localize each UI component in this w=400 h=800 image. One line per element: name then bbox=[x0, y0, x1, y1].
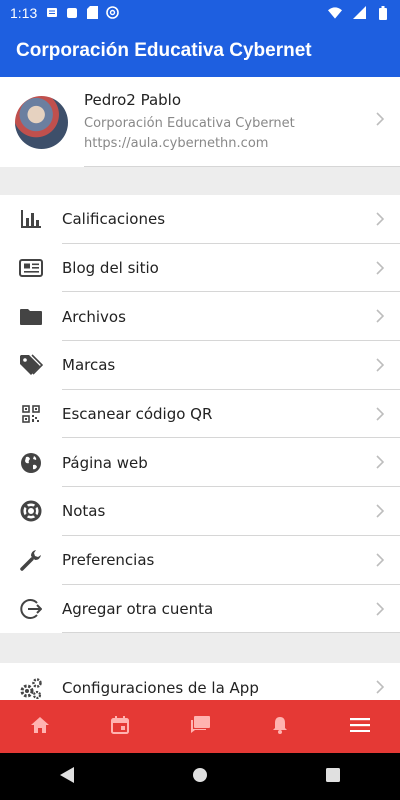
chevron-right-icon bbox=[376, 112, 384, 126]
menu-item-marcas[interactable]: Marcas bbox=[0, 341, 400, 390]
cogs-icon bbox=[0, 677, 62, 699]
chevron-right-icon bbox=[376, 358, 384, 372]
chevron-right-icon bbox=[376, 553, 384, 567]
messages-icon bbox=[190, 715, 210, 738]
chevron-right-icon bbox=[376, 601, 384, 616]
main-content[interactable]: Pedro2 Pablo Corporación Educativa Cyber… bbox=[0, 77, 400, 700]
profile-organization: Corporación Educativa Cybernet bbox=[84, 115, 295, 131]
globe-icon bbox=[0, 452, 62, 474]
newspaper-icon bbox=[0, 259, 62, 278]
battery-icon bbox=[376, 5, 390, 20]
recents-icon bbox=[326, 767, 341, 786]
menu-item-label: Escanear código QR bbox=[62, 405, 213, 424]
chevron-right-icon bbox=[376, 504, 384, 518]
bottom-nav bbox=[0, 700, 400, 753]
divider bbox=[84, 166, 400, 167]
nav-more[interactable] bbox=[320, 700, 400, 753]
system-nav-bar bbox=[0, 753, 400, 800]
folder-icon bbox=[0, 308, 62, 326]
chevron-right-icon bbox=[376, 680, 384, 694]
at-sign-icon bbox=[105, 6, 119, 20]
notification-icon bbox=[65, 6, 79, 20]
menu-item-escanear-qr[interactable]: Escanear código QR bbox=[0, 390, 400, 439]
menu-item-label: Página web bbox=[62, 453, 148, 472]
menu-list: Calificaciones Blog del sitio Archivos M… bbox=[0, 195, 400, 634]
sd-card-icon bbox=[85, 6, 99, 20]
profile-url: https://aula.cybernethn.com bbox=[84, 135, 269, 151]
status-time: 1:13 bbox=[10, 4, 38, 21]
menu-item-configuraciones[interactable]: Configuraciones de la App bbox=[0, 663, 400, 700]
back-button[interactable] bbox=[37, 753, 97, 800]
settings-list: Configuraciones de la App bbox=[0, 663, 400, 700]
signal-icon bbox=[352, 6, 366, 20]
bar-chart-icon bbox=[0, 209, 62, 229]
calendar-icon bbox=[111, 715, 129, 738]
menu-item-label: Archivos bbox=[62, 307, 126, 326]
menu-icon bbox=[350, 717, 370, 736]
wrench-icon bbox=[0, 549, 62, 571]
qr-code-icon bbox=[0, 405, 62, 423]
menu-item-label: Preferencias bbox=[62, 551, 155, 570]
menu-item-label: Marcas bbox=[62, 356, 116, 375]
chevron-right-icon bbox=[376, 261, 384, 275]
message-icon bbox=[45, 6, 59, 20]
chevron-right-icon bbox=[376, 407, 384, 421]
chevron-right-icon bbox=[376, 309, 384, 323]
menu-item-pagina-web[interactable]: Página web bbox=[0, 438, 400, 488]
home-icon bbox=[31, 716, 49, 737]
menu-item-label: Blog del sitio bbox=[62, 259, 159, 278]
life-ring-icon bbox=[0, 500, 62, 522]
nav-calendar[interactable] bbox=[80, 700, 160, 753]
profile-name: Pedro2 Pablo bbox=[84, 90, 182, 109]
home-button[interactable] bbox=[170, 753, 230, 800]
bell-icon bbox=[272, 716, 288, 738]
menu-item-label: Notas bbox=[62, 502, 106, 521]
app-bar: Corporación Educativa Cybernet bbox=[0, 25, 400, 77]
app-title: Corporación Educativa Cybernet bbox=[16, 40, 312, 61]
menu-item-label: Configuraciones de la App bbox=[62, 678, 259, 697]
sign-out-icon bbox=[0, 598, 62, 620]
menu-item-notas[interactable]: Notas bbox=[0, 487, 400, 536]
nav-messages[interactable] bbox=[160, 700, 240, 753]
nav-home[interactable] bbox=[0, 700, 80, 753]
menu-item-label: Agregar otra cuenta bbox=[62, 599, 214, 618]
divider bbox=[62, 632, 400, 634]
avatar bbox=[15, 95, 68, 149]
status-bar: 1:13 bbox=[0, 0, 400, 25]
profile-card[interactable]: Pedro2 Pablo Corporación Educativa Cyber… bbox=[0, 77, 400, 167]
menu-item-calificaciones[interactable]: Calificaciones bbox=[0, 195, 400, 244]
wifi-icon bbox=[328, 6, 342, 20]
menu-item-preferencias[interactable]: Preferencias bbox=[0, 536, 400, 585]
home-circle-icon bbox=[192, 767, 208, 787]
nav-notifications[interactable] bbox=[240, 700, 320, 753]
menu-item-agregar-cuenta[interactable]: Agregar otra cuenta bbox=[0, 585, 400, 634]
recents-button[interactable] bbox=[303, 753, 363, 800]
menu-item-label: Calificaciones bbox=[62, 210, 166, 229]
chevron-right-icon bbox=[376, 212, 384, 226]
chevron-right-icon bbox=[376, 455, 384, 470]
menu-item-archivos[interactable]: Archivos bbox=[0, 292, 400, 342]
menu-item-blog[interactable]: Blog del sitio bbox=[0, 244, 400, 293]
tags-icon bbox=[0, 354, 62, 376]
back-icon bbox=[59, 766, 74, 787]
